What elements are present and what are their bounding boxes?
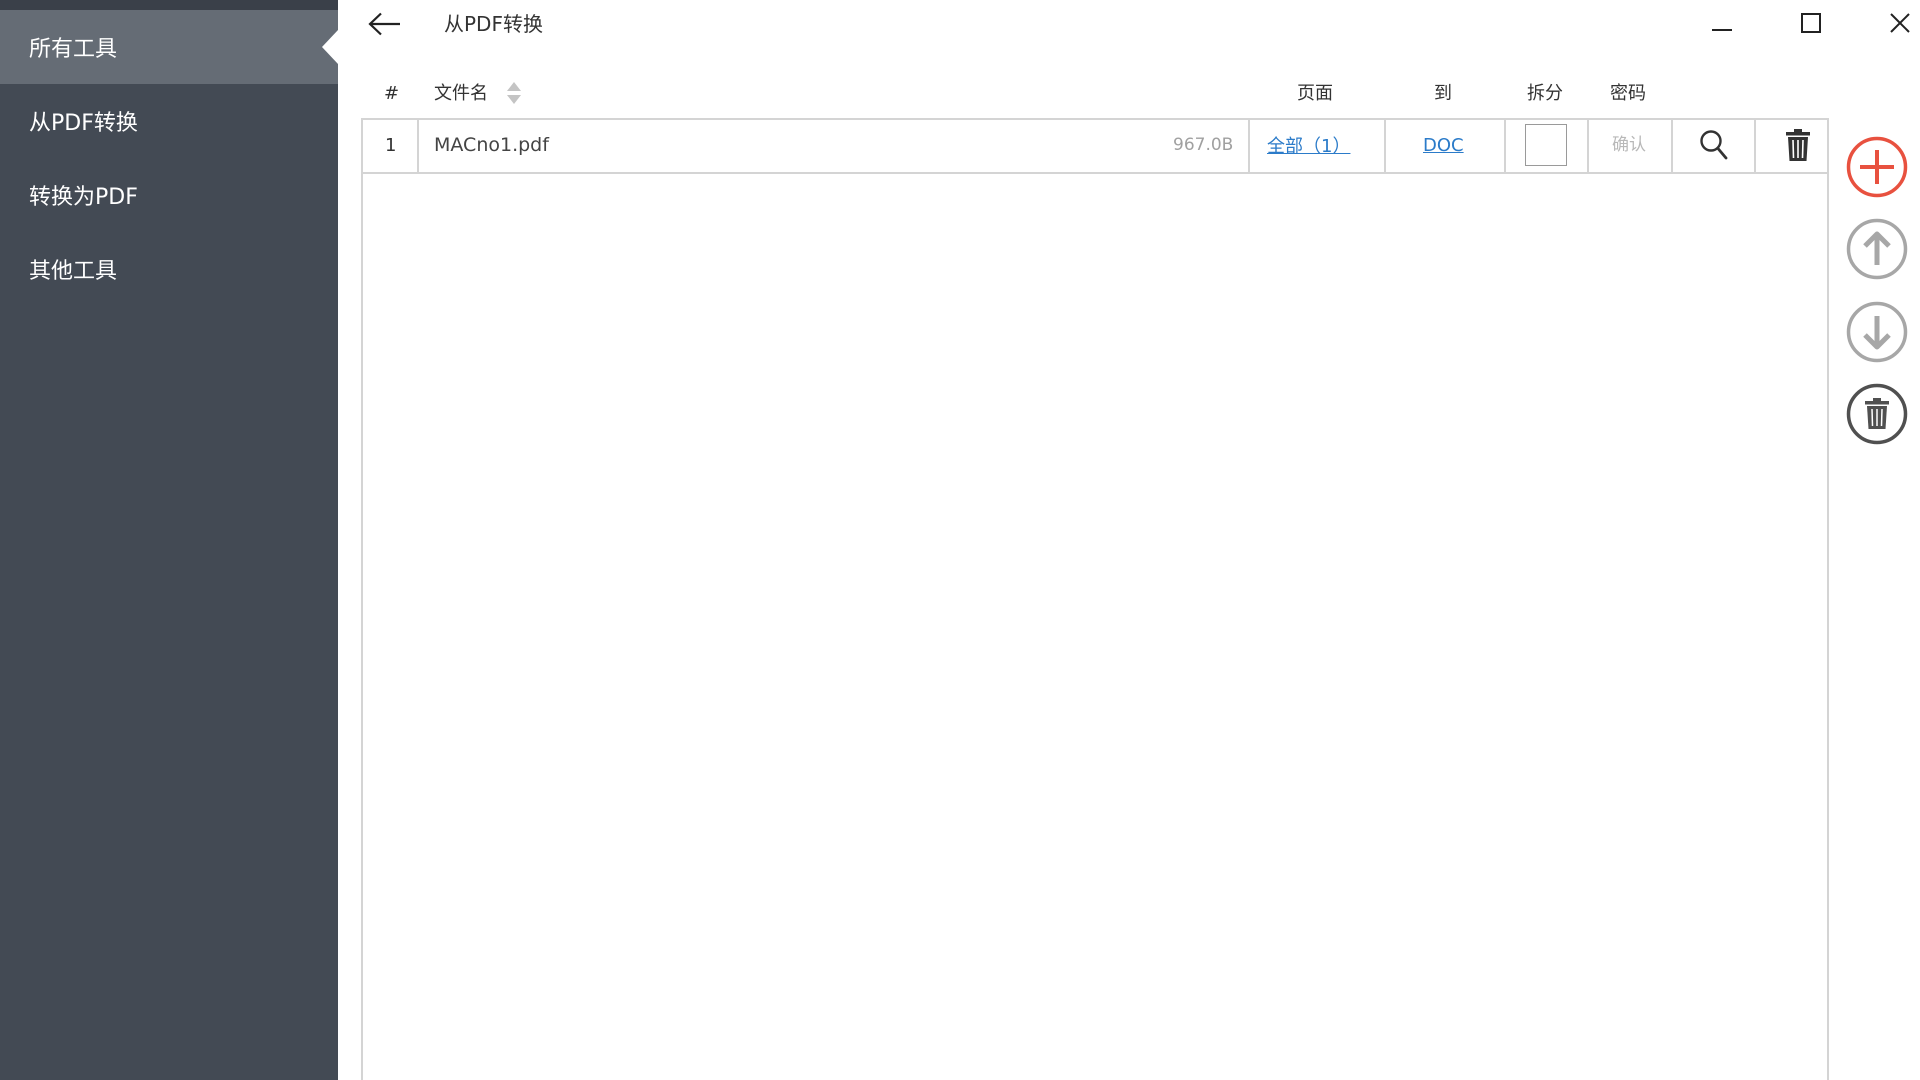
output-format-link[interactable]: DOC [1423, 135, 1464, 156]
row-index: 1 [385, 134, 397, 156]
column-divider [1384, 118, 1386, 172]
delete-all-button[interactable] [1846, 383, 1908, 445]
sidebar-item-label: 转换为PDF [29, 185, 138, 210]
password-input[interactable] [1594, 127, 1664, 163]
column-header-split: 拆分 [1527, 83, 1563, 104]
file-table [361, 118, 1829, 1080]
move-down-icon [1846, 301, 1908, 363]
column-divider [417, 118, 419, 172]
row-filename: MACno1.pdf [434, 134, 549, 156]
delete-row-button[interactable] [1775, 118, 1821, 172]
move-down-button[interactable] [1846, 301, 1908, 363]
close-button[interactable] [1877, 4, 1920, 42]
table-row[interactable]: 1 MACno1.pdf 967.0B 全部（1） DOC [361, 118, 1829, 174]
minimize-icon [1712, 29, 1732, 31]
sidebar-item-other-tools[interactable]: 其他工具 [0, 232, 338, 306]
sidebar-top-strip [0, 0, 338, 10]
pages-link[interactable]: 全部（1） [1267, 132, 1350, 158]
minimize-button[interactable] [1699, 4, 1745, 42]
add-icon [1846, 136, 1908, 198]
move-up-button[interactable] [1846, 218, 1908, 280]
format-cell: DOC [1423, 118, 1464, 172]
sidebar-item-from-pdf[interactable]: 从PDF转换 [0, 84, 338, 158]
preview-button[interactable] [1691, 118, 1737, 172]
split-checkbox[interactable] [1525, 124, 1567, 166]
search-icon [1700, 130, 1728, 160]
column-divider [1587, 118, 1589, 172]
column-header-filename[interactable]: 文件名 [434, 81, 488, 107]
sidebar-item-label: 其他工具 [29, 259, 118, 284]
maximize-button[interactable] [1788, 4, 1834, 42]
sort-icon[interactable] [505, 80, 523, 106]
sidebar-item-label: 所有工具 [29, 37, 118, 62]
column-header-to: 到 [1434, 83, 1452, 104]
column-divider [1671, 118, 1673, 172]
maximize-icon [1801, 13, 1821, 33]
column-header-pages: 页面 [1297, 83, 1333, 104]
pages-cell: 全部（1） [1267, 118, 1350, 172]
sidebar-item-to-pdf[interactable]: 转换为PDF [0, 158, 338, 232]
trash-icon [1786, 129, 1810, 161]
column-divider [1504, 118, 1506, 172]
column-divider [1248, 118, 1250, 172]
close-icon [1890, 13, 1910, 33]
column-header-index: # [384, 83, 400, 104]
page-title: 从PDF转换 [444, 12, 543, 36]
arrow-left-icon [368, 12, 400, 36]
sidebar-item-all-tools[interactable]: 所有工具 [0, 10, 338, 84]
add-file-button[interactable] [1846, 136, 1908, 198]
column-header-password: 密码 [1610, 83, 1646, 104]
trash-icon [1846, 383, 1908, 445]
split-cell [1525, 118, 1567, 172]
active-indicator [322, 30, 338, 64]
move-up-icon [1846, 218, 1908, 280]
sidebar: 所有工具 从PDF转换 转换为PDF 其他工具 [0, 0, 338, 1080]
password-cell [1594, 118, 1664, 172]
row-file-size: 967.0B [1173, 135, 1234, 155]
back-button[interactable] [362, 6, 408, 42]
column-divider [1754, 118, 1756, 172]
sidebar-item-label: 从PDF转换 [29, 111, 138, 136]
